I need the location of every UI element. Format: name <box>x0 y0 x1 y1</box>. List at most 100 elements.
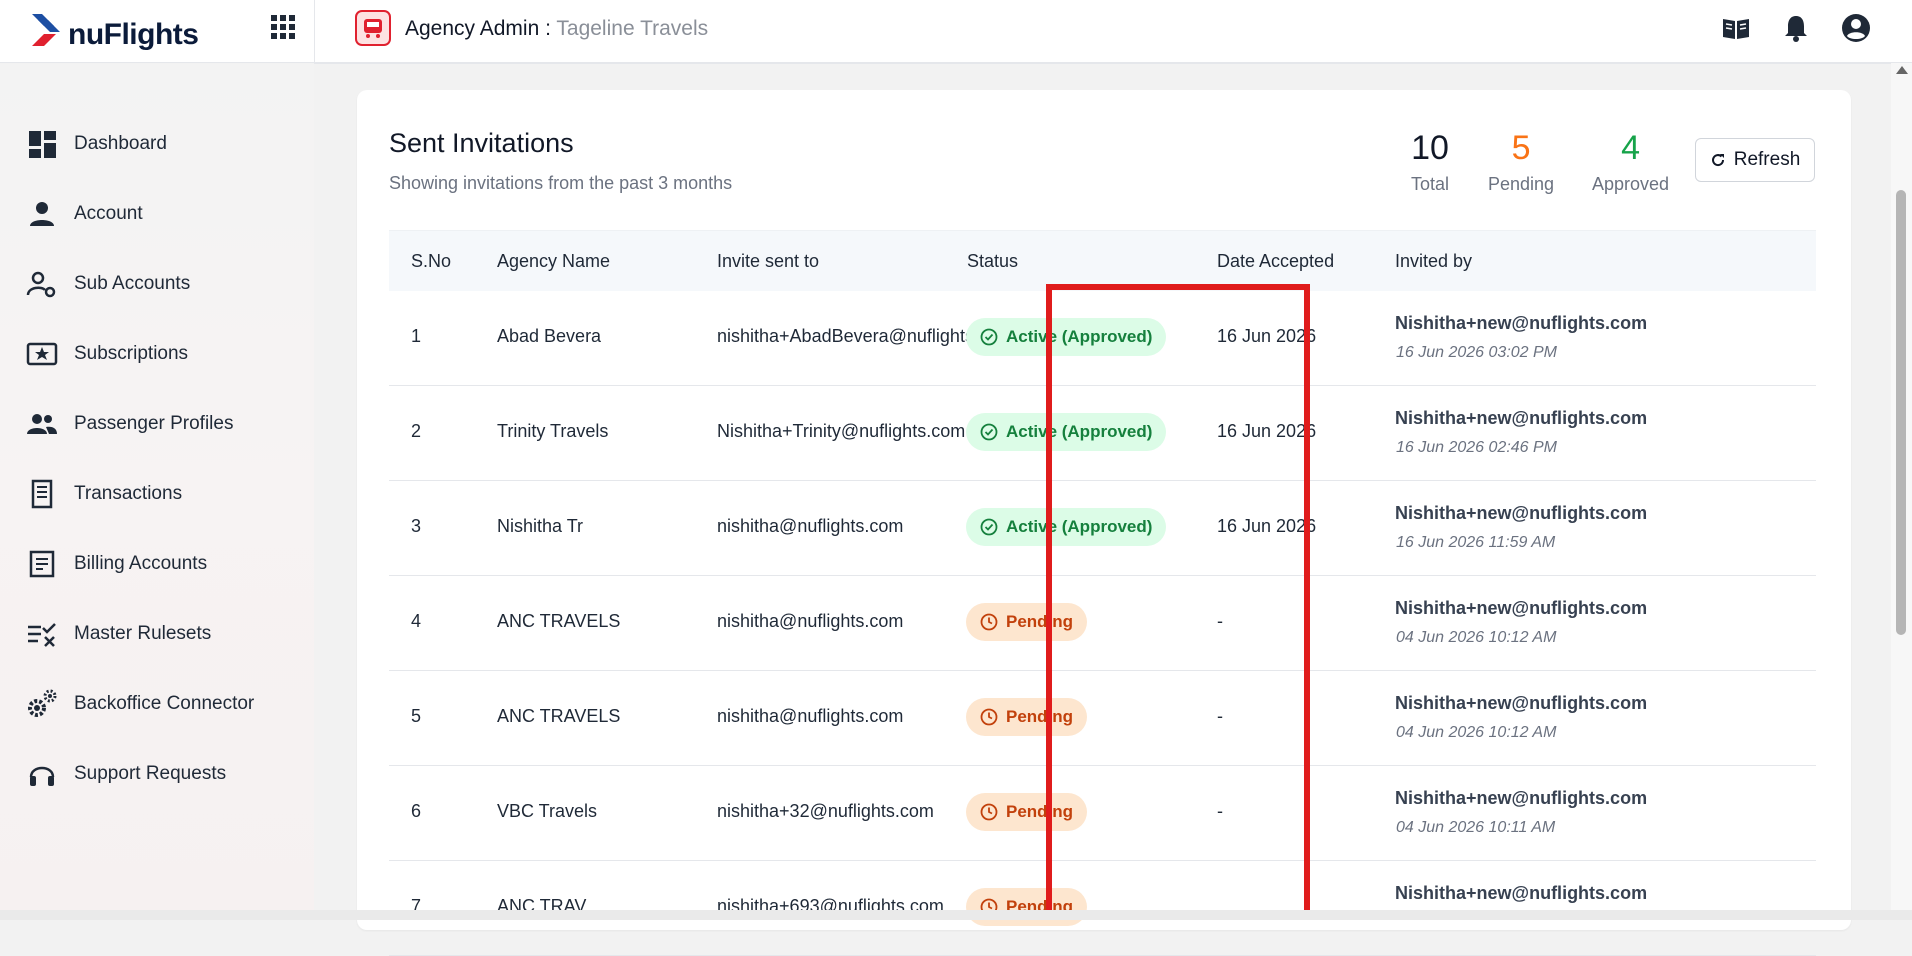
refresh-button[interactable]: Refresh <box>1695 138 1815 182</box>
agency-icon <box>355 10 391 46</box>
cell-invited-time: 16 Jun 2026 11:59 AM <box>1396 534 1556 551</box>
status-badge: Pending <box>966 698 1088 736</box>
sidebar-item-passenger-profiles[interactable]: Passenger Profiles <box>26 404 233 444</box>
stat-total-label: Total <box>1411 174 1450 194</box>
status-badge: Pending <box>966 603 1088 641</box>
sidebar-item-transactions[interactable]: Transactions <box>26 474 182 514</box>
sidebar-item-dashboard[interactable]: Dashboard <box>26 124 167 164</box>
header-divider <box>314 0 315 63</box>
cell-sno: 1 <box>411 326 422 346</box>
sidebar-item-label: Sub Accounts <box>74 273 191 294</box>
sidebar-item-label: Transactions <box>74 483 183 504</box>
logo-mark-icon <box>32 14 60 46</box>
header-invited-by[interactable]: Invited by <box>1395 251 1472 272</box>
table-row[interactable]: 3 Nishitha Tr nishitha@nuflights.com Active… <box>389 481 1816 576</box>
stat-approved-value: 4 <box>1621 129 1640 167</box>
cell-agency-name: Nishitha Tr <box>497 516 584 536</box>
table-row[interactable]: 4 ANC TRAVELS nishitha@nuflights.com Pendin… <box>389 576 1816 671</box>
book-icon[interactable] <box>1720 12 1752 44</box>
cell-sno: 4 <box>411 611 422 631</box>
status-badge-label: Active (Approved) <box>1006 517 1153 536</box>
agency-title: Agency Admin : Tageline Travels <box>405 17 708 41</box>
sidebar-item-master-rulesets[interactable]: Master Rulesets <box>26 614 211 654</box>
sidebar-item-label: Passenger Profiles <box>74 413 234 434</box>
table-row[interactable]: 2 Trinity Travels Nishitha+Trinity@nufligh… <box>389 386 1816 481</box>
sidebar-item-backoffice-connector[interactable]: Backoffice Connector <box>26 684 254 724</box>
stat-pending-value: 5 <box>1511 129 1531 167</box>
status-badge: Pending <box>966 793 1088 831</box>
checklist-icon <box>28 623 56 647</box>
page-subtitle: Showing invitations from the past 3 mont… <box>389 173 733 193</box>
cell-agency-name: ANC TRAVELS <box>497 611 621 631</box>
cell-agency-name: ANC TRAVELS <box>497 706 621 726</box>
scrollbar-thumb[interactable] <box>1896 190 1906 635</box>
scroll-up-icon[interactable] <box>1896 66 1908 74</box>
star-ticket-icon <box>26 342 58 366</box>
people-icon <box>27 414 57 434</box>
stat-pending: 5 Pending <box>1488 128 1554 195</box>
cell-date-accepted: - <box>1217 706 1223 726</box>
table-header: S.No Agency Name Invite sent to Status D… <box>389 230 1816 291</box>
check-circle-icon <box>980 423 998 441</box>
header-agency-name[interactable]: Agency Name <box>497 251 610 272</box>
sidebar-item-label: Backoffice Connector <box>74 693 255 714</box>
sidebar-item-label: Master Rulesets <box>74 623 212 644</box>
status-badge-label: Pending <box>1006 707 1074 726</box>
header-sno[interactable]: S.No <box>411 251 451 272</box>
cell-invite-sent-to: nishitha+32@nuflights.com <box>717 801 934 821</box>
document-list-icon <box>29 550 55 578</box>
table-body: 1 Abad Bevera nishitha+AbadBevera@nuflight… <box>389 291 1816 956</box>
cell-agency-name: Abad Bevera <box>497 326 602 346</box>
cell-invited-time: 16 Jun 2026 02:46 PM <box>1396 439 1558 456</box>
cell-sno: 2 <box>411 421 422 441</box>
cell-invited-by: Nishitha+new@nuflights.com <box>1395 503 1648 523</box>
cell-date-accepted: - <box>1217 611 1223 631</box>
table-row[interactable]: 7 ANC TRAV... nishitha+693@nuflights.com Pe… <box>389 861 1816 956</box>
agency-label: Agency Admin : <box>405 17 551 40</box>
stat-approved: 4 Approved <box>1592 128 1669 195</box>
header-invite-sent-to[interactable]: Invite sent to <box>717 251 819 272</box>
cell-invite-sent-to: nishitha@nuflights.com <box>717 611 904 631</box>
sidebar-item-label: Dashboard <box>74 133 167 154</box>
status-badge-label: Active (Approved) <box>1006 327 1153 346</box>
cell-invited-by: Nishitha+new@nuflights.com <box>1395 693 1648 713</box>
cell-invited-by: Nishitha+new@nuflights.com <box>1395 313 1648 333</box>
clock-icon <box>980 708 998 726</box>
headset-icon <box>29 766 55 786</box>
cell-date-accepted: - <box>1217 801 1223 821</box>
sidebar-item-account[interactable]: Account <box>26 194 143 234</box>
stat-total-value: 10 <box>1411 129 1449 167</box>
person-icon <box>30 202 54 226</box>
sidebar-item-sub-accounts[interactable]: Sub Accounts <box>26 264 190 304</box>
cell-sno: 5 <box>411 706 422 726</box>
status-badge-label: Pending <box>1006 802 1074 821</box>
app-logo[interactable]: nuFlights <box>30 8 199 52</box>
header-date-accepted[interactable]: Date Accepted <box>1217 251 1334 272</box>
header-status[interactable]: Status <box>967 251 1018 272</box>
sidebar-item-billing-accounts[interactable]: Billing Accounts <box>26 544 207 584</box>
bottom-edge <box>0 910 1912 920</box>
status-badge: Active (Approved) <box>966 318 1167 356</box>
table-row[interactable]: 1 Abad Bevera nishitha+AbadBevera@nuflight… <box>389 291 1816 386</box>
cell-invite-sent-to: nishitha@nuflights.com <box>717 706 904 726</box>
sidebar-item-label: Support Requests <box>74 763 227 784</box>
sidebar-item-subscriptions[interactable]: Subscriptions <box>26 334 188 374</box>
cell-date-accepted: 16 Jun 2026 <box>1217 516 1317 536</box>
table-row[interactable]: 6 VBC Travels nishitha+32@nuflights.com Pen… <box>389 766 1816 861</box>
cell-invited-time: 04 Jun 2026 10:12 AM <box>1396 629 1557 646</box>
table-row[interactable]: 5 ANC TRAVELS nishitha@nuflights.com Pendin… <box>389 671 1816 766</box>
clock-icon <box>980 613 998 631</box>
refresh-label: Refresh <box>1733 149 1801 170</box>
gears-icon <box>28 689 57 717</box>
sidebar-item-support-requests[interactable]: Support Requests <box>26 754 226 794</box>
agency-name: Tageline Travels <box>556 17 709 40</box>
status-badge: Active (Approved) <box>966 508 1167 546</box>
invitations-table: S.No Agency Name Invite sent to Status D… <box>389 230 1816 956</box>
cell-invited-time: 04 Jun 2026 10:11 AM <box>1396 819 1556 836</box>
bell-icon[interactable] <box>1780 12 1812 44</box>
user-settings-icon <box>26 271 56 298</box>
account-circle-icon[interactable] <box>1840 12 1872 44</box>
apps-grid-icon[interactable] <box>270 14 296 40</box>
stat-pending-label: Pending <box>1488 174 1555 194</box>
header-actions <box>1720 12 1872 44</box>
